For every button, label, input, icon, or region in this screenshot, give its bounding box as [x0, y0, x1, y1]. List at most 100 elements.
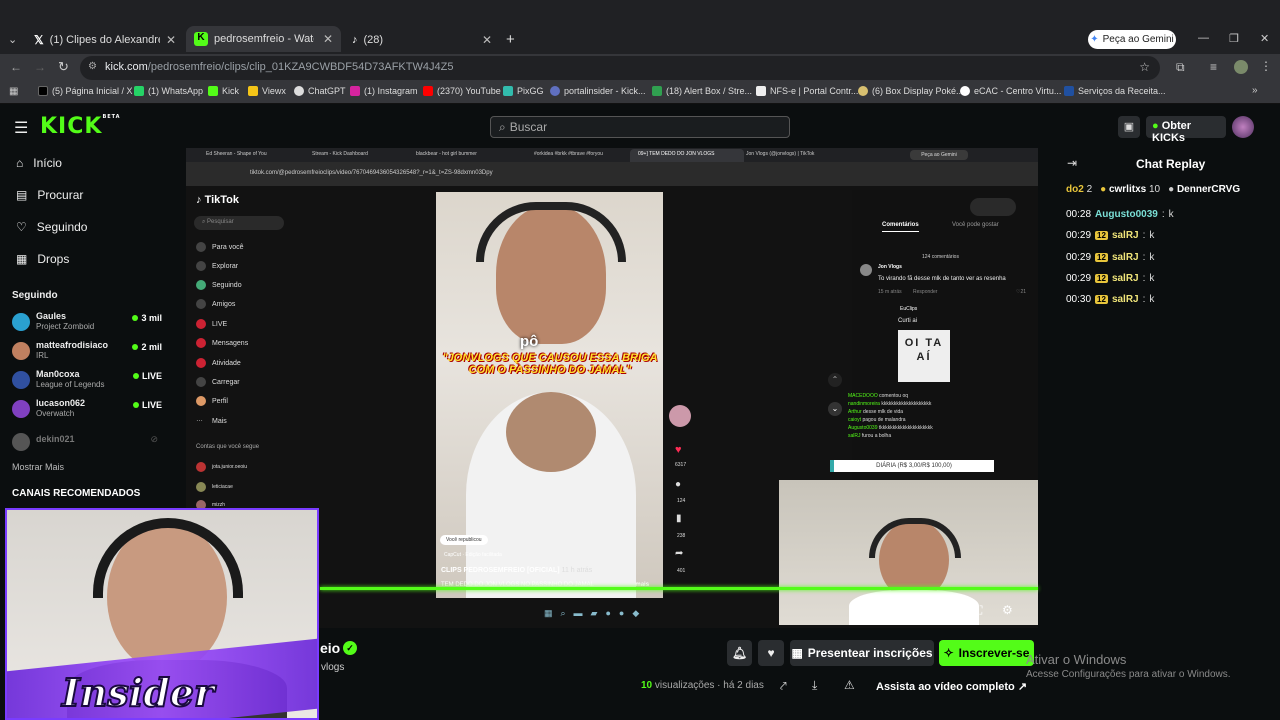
more-bookmarks-icon[interactable]: » — [1252, 85, 1258, 96]
bookmark-item[interactable]: (18) Alert Box / Stre... — [652, 86, 752, 96]
reload-icon[interactable]: ↻ — [58, 59, 69, 75]
heart-icon: ♡ — [16, 220, 27, 234]
share-icon[interactable]: ⤤ — [780, 679, 787, 694]
chat-text: k — [1168, 209, 1174, 220]
external-link-icon: ↗ — [1017, 681, 1028, 693]
gemini-button[interactable]: ✦ Peça ao Gemini — [1088, 30, 1176, 49]
download-icon[interactable]: ⤓ — [812, 678, 817, 693]
gift-label: Presentear inscrições — [807, 646, 933, 660]
portalinsider-icon — [550, 86, 560, 96]
nfse-icon — [756, 86, 766, 96]
bookmark-label: (18) Alert Box / Stre... — [666, 86, 753, 96]
forward-icon[interactable]: → — [34, 60, 46, 74]
chat-user: salRJ — [1111, 294, 1139, 305]
url-input[interactable]: ⚙ kick.com/pedrosemfreio/clips/clip_01KZ… — [80, 56, 1160, 80]
bookmark-item[interactable]: PixGG — [503, 86, 544, 96]
chat-user: salRJ — [1111, 273, 1139, 284]
close-window-icon[interactable]: ✕ — [1260, 32, 1269, 45]
get-kicks-button[interactable]: ● Obter KICKs — [1146, 116, 1226, 144]
following-item-offline[interactable]: dekin021 ⊘ — [12, 431, 162, 451]
chat-text: k — [1149, 294, 1155, 305]
bookmark-item[interactable]: eCAC - Centro Virtu... — [960, 86, 1061, 96]
following-item-gaules[interactable]: Gaules Project Zomboid 3 mil — [12, 311, 162, 335]
site-info-icon[interactable]: ⚙ — [88, 61, 97, 72]
kick-logo[interactable]: KICKBETA — [40, 114, 121, 139]
nav-following[interactable]: ♡ Seguindo — [16, 220, 87, 234]
gifter-count: 2 — [1086, 184, 1093, 195]
browser-menu-icon[interactable]: ⋮ — [1260, 59, 1272, 73]
live-badge: LIVE — [133, 371, 162, 381]
tab-tiktok[interactable]: ♪ (28) ✕ — [344, 28, 500, 52]
restore-icon[interactable]: ❐ — [1229, 32, 1239, 45]
close-tab-icon[interactable]: ✕ — [323, 32, 333, 46]
bookmark-item[interactable]: portalinsider - Kick... — [550, 86, 646, 96]
offline-icon: ⊘ — [150, 434, 158, 444]
dashboard-icon[interactable]: ▣ — [1118, 116, 1140, 138]
hamburger-menu-icon[interactable]: ☰ — [14, 118, 28, 138]
views-label: visualizações — [654, 680, 715, 691]
recommended-title: CANAIS RECOMENDADOS — [12, 488, 141, 499]
following-item-matteafrodisiaco[interactable]: matteafrodisiaco IRL 2 mil — [12, 340, 162, 364]
bookmark-item[interactable]: (1) WhatsApp — [134, 86, 203, 96]
bookmark-item[interactable]: Kick — [208, 86, 239, 96]
tab-kick-clip[interactable]: K pedrosemfreio - Watch clip ✕ — [186, 26, 341, 52]
profile-avatar[interactable] — [1234, 60, 1248, 74]
report-icon[interactable]: ⚠ — [844, 678, 855, 692]
chat-message: 00:29 12 salRJ: k — [1066, 230, 1155, 241]
collapse-chat-icon[interactable]: ⇥ — [1067, 156, 1077, 170]
search-input[interactable]: ⌕ Buscar — [490, 116, 790, 138]
tab-list-icon[interactable]: ⌄ — [8, 33, 17, 46]
close-tab-icon[interactable]: ✕ — [166, 33, 176, 47]
watch-full-video-link[interactable]: Assista ao vídeo completo ↗ — [876, 680, 1027, 693]
following-item-man0coxa[interactable]: Man0coxa League of Legends LIVE — [12, 369, 162, 393]
tab-label: (28) — [363, 34, 384, 46]
user-avatar[interactable] — [1232, 116, 1254, 138]
follow-heart-button[interactable]: ♥ — [758, 640, 784, 666]
nav-home[interactable]: ⌂ Início — [16, 156, 62, 170]
minimize-icon[interactable]: — — [1198, 32, 1209, 44]
video-progress-bar[interactable] — [320, 587, 1038, 590]
bookmark-item[interactable]: Serviços da Receita... — [1064, 86, 1166, 96]
notification-bell-button[interactable]: 🔔︎ — [727, 640, 752, 666]
bookmark-item[interactable]: (1) Instagram — [350, 86, 418, 96]
channel-game: Overwatch — [36, 409, 75, 418]
video-time: 11 h atrás — [561, 567, 593, 574]
bookmark-star-icon[interactable]: ☆ — [1139, 60, 1150, 74]
nav-browse[interactable]: ▤ Procurar — [16, 188, 83, 202]
captions-icon[interactable]: CC — [914, 604, 930, 616]
nav-label: Início — [33, 156, 62, 170]
bookmark-item[interactable]: NFS-e | Portal Contr... — [756, 86, 858, 96]
apps-grid-icon[interactable]: ▦ — [9, 86, 18, 97]
close-tab-icon[interactable]: ✕ — [482, 33, 492, 47]
theater-mode-icon[interactable]: ▭ — [944, 604, 954, 617]
subscribe-button[interactable]: ✧ Inscrever-se — [939, 640, 1034, 666]
clip-icon[interactable]: ▣ — [886, 604, 896, 617]
extensions-icon[interactable]: ⧉ — [1176, 60, 1185, 75]
chat-time: 00:29 — [1066, 230, 1092, 241]
bookmark-item[interactable]: Viewx — [248, 86, 286, 96]
fullscreen-icon[interactable]: ⛶ — [974, 603, 982, 618]
nav-drops[interactable]: ▦ Drops — [16, 252, 69, 266]
reading-list-icon[interactable]: ≡ — [1210, 60, 1217, 74]
settings-icon[interactable]: ⚙ — [1002, 603, 1013, 617]
channel-name[interactable]: eio — [320, 640, 340, 656]
bookmark-item[interactable]: (5) Página Inicial / X — [38, 86, 133, 96]
overlay-user: nandinmoreira — [848, 401, 880, 407]
show-more-link[interactable]: Mostrar Mais — [12, 462, 64, 472]
tiktok-logo: ♪ TikTok — [196, 194, 239, 206]
following-item-lucason062[interactable]: lucason062 Overwatch LIVE — [12, 398, 162, 422]
gift-subs-button[interactable]: ▦ Presentear inscrições — [790, 640, 934, 666]
avatar — [12, 371, 30, 389]
chat-time: 00:28 — [1066, 209, 1092, 220]
tab-x-clipes[interactable]: 𝕏 (1) Clipes do Alexandre ʙʀ no X ✕ — [26, 28, 184, 52]
bookmark-item[interactable]: (6) Box Display Poké... — [858, 86, 964, 96]
goal-bar: DIÁRIA (R$ 3,00/R$ 100,00) — [830, 460, 994, 472]
bookmark-item[interactable]: (2370) YouTube — [423, 86, 501, 96]
new-tab-icon[interactable]: + — [506, 31, 515, 48]
bookmark-item[interactable]: ChatGPT — [294, 86, 346, 96]
gifter-name: DennerCRVG — [1176, 184, 1241, 195]
avatar — [12, 313, 30, 331]
back-icon[interactable]: ← — [10, 60, 22, 74]
overlay-line: furou a bolha — [861, 433, 892, 439]
avatar — [12, 400, 30, 418]
